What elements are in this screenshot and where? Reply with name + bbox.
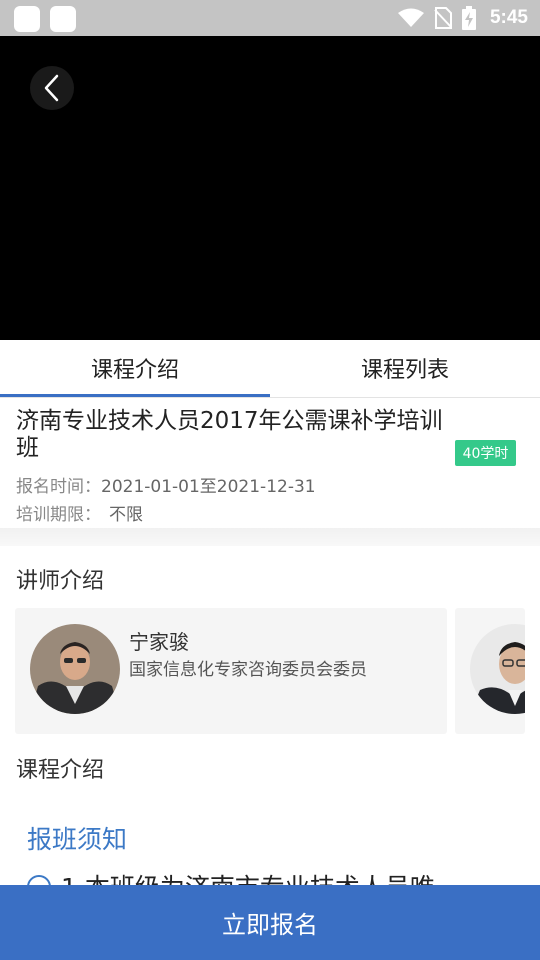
app-icon <box>14 6 40 32</box>
notice-title: 报班须知 <box>27 825 128 854</box>
tab-course-list[interactable]: 课程列表 <box>270 340 540 396</box>
app-icon <box>50 6 76 32</box>
training-period-value: 不限 <box>109 505 143 525</box>
tab-course-intro[interactable]: 课程介绍 <box>0 340 270 396</box>
wifi-icon <box>397 8 424 27</box>
intro-section-title: 课程介绍 <box>16 758 105 783</box>
teacher-avatar <box>30 624 120 714</box>
enroll-button[interactable]: 立即报名 <box>0 885 540 960</box>
training-period-label: 培训期限： <box>16 505 101 525</box>
video-player[interactable] <box>0 36 540 340</box>
section-separator <box>0 528 540 546</box>
tab-bar: 课程介绍 课程列表 <box>0 340 540 398</box>
no-sim-icon <box>434 7 452 29</box>
training-period-row: 培训期限： 不限 <box>16 500 143 525</box>
battery-charging-icon <box>461 6 476 30</box>
status-bar: 5:45 <box>0 0 540 36</box>
teachers-section-title: 讲师介绍 <box>16 569 105 594</box>
status-time: 5:45 <box>489 7 528 28</box>
teacher-title: 国家信息化专家咨询委员会委员 <box>129 660 367 680</box>
teacher-avatar <box>470 624 525 714</box>
back-chevron-icon <box>44 74 59 102</box>
teacher-card[interactable] <box>455 608 525 734</box>
credit-hours-badge: 40学时 <box>455 440 516 466</box>
teacher-name: 宁家骏 <box>129 630 189 654</box>
course-info: 济南专业技术人员2017年公需课补学培训班 40学时 报名时间：2021-01-… <box>0 398 540 528</box>
signup-time-label: 报名时间： <box>16 477 101 497</box>
signup-time-row: 报名时间：2021-01-01至2021-12-31 <box>16 472 316 497</box>
teacher-card[interactable]: 宁家骏 国家信息化专家咨询委员会委员 <box>15 608 447 734</box>
back-button[interactable] <box>30 66 74 110</box>
course-title: 济南专业技术人员2017年公需课补学培训班 <box>16 408 443 461</box>
signup-time-value: 2021-01-01至2021-12-31 <box>101 477 316 497</box>
